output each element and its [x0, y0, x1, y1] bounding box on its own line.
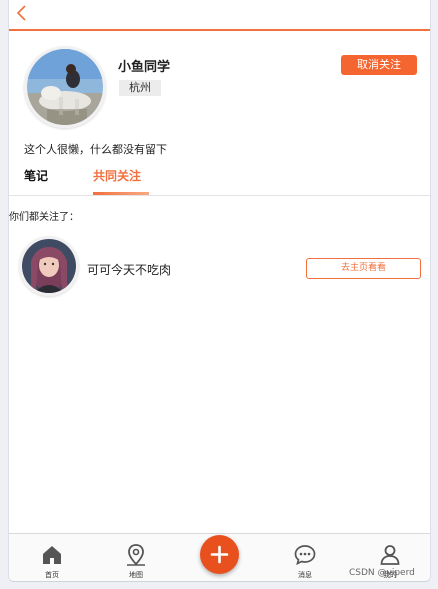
- profile-name: 小鱼同学: [118, 60, 171, 75]
- mutual-heading: 你们都关注了：: [9, 212, 79, 223]
- create-post-button[interactable]: [200, 535, 239, 574]
- app-screen: 小鱼同学 杭州 取消关注 这个人很懒，什么都没有留下 笔记 共同关注 你们都关注…: [8, 0, 431, 582]
- plus-icon: [210, 545, 229, 564]
- nav-label: 消息: [298, 571, 312, 579]
- avatar-photo: [22, 239, 76, 293]
- user-name[interactable]: 可可今天不吃肉: [87, 261, 171, 278]
- nav-messages[interactable]: 消息: [280, 534, 330, 581]
- nav-label: 地图: [129, 571, 143, 579]
- nav-home[interactable]: 首页: [27, 534, 77, 581]
- map-pin-icon: [127, 544, 145, 566]
- visit-profile-button[interactable]: 去主页看看: [306, 258, 421, 279]
- avatar-photo: [27, 49, 103, 125]
- user-icon: [380, 545, 400, 565]
- tab-notes[interactable]: 笔记: [24, 167, 48, 184]
- nav-label: 首页: [45, 571, 59, 579]
- profile-bio: 这个人很懒，什么都没有留下: [24, 143, 167, 156]
- user-avatar[interactable]: [19, 236, 79, 296]
- profile-avatar[interactable]: [24, 46, 106, 128]
- city-tag: 杭州: [119, 80, 161, 96]
- unfollow-button[interactable]: 取消关注: [341, 55, 417, 75]
- divider: [9, 195, 430, 196]
- watermark: CSDN @viperd: [349, 568, 415, 578]
- top-bar: [9, 0, 430, 31]
- chevron-left-icon: [16, 5, 26, 21]
- tab-mutual-follows[interactable]: 共同关注: [93, 167, 141, 184]
- message-icon: [294, 545, 316, 566]
- nav-map[interactable]: 地图: [111, 534, 161, 581]
- back-button[interactable]: [13, 3, 33, 23]
- home-icon: [43, 546, 61, 564]
